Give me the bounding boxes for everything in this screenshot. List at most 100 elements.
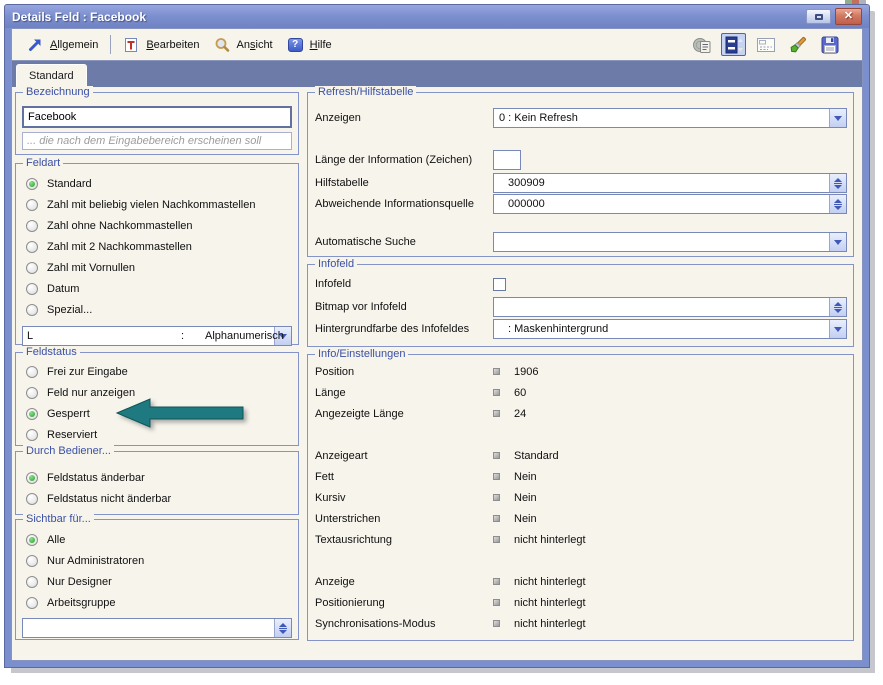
radio-label: Alle [47,534,65,546]
radio-feldart-ohne-nachkommastellen[interactable]: Zahl ohne Nachkommastellen [16,215,298,236]
group-title: Refresh/Hilfstabelle [315,86,416,99]
edit-text-icon [123,37,140,53]
feldtyp-name: Alphanumerisch [205,330,284,342]
chevron-down-icon[interactable] [829,320,846,338]
bitmap-input[interactable] [493,297,847,317]
left-column: Bezeichnung Feldart Standard Zahl mit be… [15,92,299,640]
radio-icon [26,429,38,441]
chevron-down-icon[interactable] [829,109,846,127]
menu-label: Hilfe [310,39,332,51]
bullet-icon [493,452,500,459]
hilfstabelle-input[interactable]: 300909 [493,173,847,193]
row-laenge-information: Länge der Information (Zeichen) [315,150,847,170]
group-info-einstellungen: Info/Einstellungen Position1906 Länge60 … [307,354,854,641]
save-icon[interactable] [817,33,842,56]
radio-icon [26,472,38,484]
bezeichnung-hint-input[interactable] [22,132,292,150]
stamp-list-icon[interactable] [689,33,714,56]
menu-bearbeiten[interactable]: Bearbeiten [116,35,206,55]
laenge-information-input[interactable] [493,150,521,170]
radio-feldstatus-aenderbar[interactable]: Feldstatus änderbar [16,467,298,488]
menu-hilfe[interactable]: ? Hilfe [280,35,339,55]
titlebar[interactable]: Details Feld : Facebook ✕ [5,5,869,28]
radio-frei-zur-eingabe[interactable]: Frei zur Eingabe [16,361,298,382]
tab-standard[interactable]: Standard [16,64,87,87]
group-title: Infofeld [315,258,357,271]
info-row-angezeigte-laenge: Angezeigte Länge24 [308,403,853,424]
radio-feldart-standard[interactable]: Standard [16,173,298,194]
info-row-synchronisations-modus: Synchronisations-Modusnicht hinterlegt [308,613,853,634]
radio-feldart-vornullen[interactable]: Zahl mit Vornullen [16,257,298,278]
info-row-textausrichtung: Textausrichtungnicht hinterlegt [308,529,853,550]
radio-feldart-datum[interactable]: Datum [16,278,298,299]
radio-nur-administratoren[interactable]: Nur Administratoren [16,550,298,571]
bezeichnung-input[interactable] [22,106,292,128]
informationsquelle-input[interactable]: 000000 [493,194,847,214]
info-row-laenge: Länge60 [308,382,853,403]
infofeld-checkbox[interactable] [493,278,506,291]
info-row-positionierung: Positionierungnicht hinterlegt [308,592,853,613]
row-anzeigen: Anzeigen 0 : Kein Refresh [315,108,847,128]
field-label: Länge der Information (Zeichen) [315,154,493,166]
bullet-icon [493,473,500,480]
dialog-window: Details Feld : Facebook ✕ Allgemein Bear… [4,4,870,668]
hintergrundfarbe-select[interactable]: : Maskenhintergrund [493,319,847,339]
radio-icon [26,178,38,190]
radio-label: Zahl mit beliebig vielen Nachkommastelle… [47,199,255,211]
group-infofeld: Infofeld Infofeld Bitmap vor Infofeld Hi [307,264,854,347]
minimize-icon [815,14,823,20]
radio-label: Feldstatus nicht änderbar [47,493,171,505]
spinner-icon[interactable] [829,195,846,213]
arbeitsgruppe-input[interactable] [22,618,292,638]
menu-allgemein[interactable]: Allgemein [20,35,105,55]
radio-icon [26,220,38,232]
automatische-suche-select[interactable] [493,232,847,252]
radio-feldart-spezial[interactable]: Spezial... [16,299,298,320]
spinner-icon[interactable] [829,174,846,192]
bullet-icon [493,578,500,585]
toolbar-right [689,33,854,56]
menu-label: Bearbeiten [146,39,199,51]
radio-feldstatus-nicht-aenderbar[interactable]: Feldstatus nicht änderbar [16,488,298,509]
field-label: Automatische Suche [315,236,493,248]
anzeigen-select[interactable]: 0 : Kein Refresh [493,108,847,128]
group-feldstatus: Feldstatus Frei zur Eingabe Feld nur anz… [15,352,299,446]
radio-icon [26,555,38,567]
bullet-icon [493,620,500,627]
radio-nur-designer[interactable]: Nur Designer [16,571,298,592]
paintbrush-icon[interactable] [785,33,810,56]
radio-feldart-2-nachkommastellen[interactable]: Zahl mit 2 Nachkommastellen [16,236,298,257]
radio-label: Gesperrt [47,408,90,420]
info-row-unterstrichen: UnterstrichenNein [308,508,853,529]
radio-feldart-beliebig-nachkommastellen[interactable]: Zahl mit beliebig vielen Nachkommastelle… [16,194,298,215]
radio-icon [26,304,38,316]
desktop: { "window": { "title": "Details Feld : F… [0,0,883,685]
spinner-icon[interactable] [829,298,846,316]
spinner-icon[interactable] [274,619,291,637]
group-sichtbar-fuer: Sichtbar für... Alle Nur Administratoren… [15,519,299,640]
group-feldart: Feldart Standard Zahl mit beliebig viele… [15,163,299,345]
group-title: Durch Bediener... [23,445,114,458]
window-title: Details Feld : Facebook [12,10,146,24]
menu-separator [110,35,111,54]
row-hintergrundfarbe: Hintergrundfarbe des Infofeldes : Masken… [315,319,847,339]
menu-label: Ansicht [237,39,273,51]
sort-icon[interactable] [721,33,746,56]
radio-icon [26,366,38,378]
minimize-button[interactable] [806,9,831,24]
row-infofeld-checkbox: Infofeld [315,277,847,291]
radio-label: Feldstatus änderbar [47,472,145,484]
radio-arbeitsgruppe[interactable]: Arbeitsgruppe [16,592,298,613]
radio-icon [26,534,38,546]
chevron-down-icon[interactable] [829,233,846,251]
form-list-icon[interactable] [753,33,778,56]
close-button[interactable]: ✕ [835,8,862,25]
radio-label: Reserviert [47,429,97,441]
radio-alle[interactable]: Alle [16,529,298,550]
feldtyp-select[interactable]: L : Alphanumerisch [22,326,292,346]
content-area: Bezeichnung Feldart Standard Zahl mit be… [12,87,862,660]
feldtyp-code: L [23,330,33,342]
right-column: Refresh/Hilfstabelle Anzeigen 0 : Kein R… [307,92,854,641]
menu-ansicht[interactable]: Ansicht [207,35,280,55]
group-title: Sichtbar für... [23,513,94,526]
